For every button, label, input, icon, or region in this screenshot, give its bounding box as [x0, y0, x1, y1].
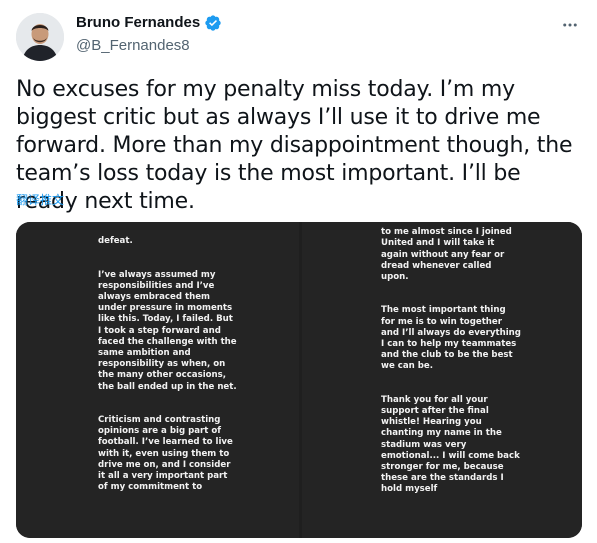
more-horizontal-icon	[563, 23, 577, 27]
story-text-left: defeat. I’ve always assumed my responsib…	[98, 225, 238, 516]
story-paragraph: to me almost since I joined United and I…	[381, 227, 512, 283]
author-display-name[interactable]: Bruno Fernandes	[76, 13, 200, 33]
story-paragraph: defeat.	[98, 236, 133, 247]
story-image-right[interactable]: to me almost since I joined United and I…	[302, 222, 582, 538]
story-image-left[interactable]: defeat. I’ve always assumed my responsib…	[16, 222, 299, 538]
verified-badge-icon	[204, 14, 222, 32]
translate-tweet-link[interactable]: 翻译推文	[16, 192, 64, 208]
avatar-image	[16, 13, 64, 61]
story-text-right: to me almost since I joined United and I…	[381, 222, 521, 518]
tweet-text: No excuses for my penalty miss today. I’…	[16, 77, 573, 214]
author-handle[interactable]: @B_Fernandes8	[76, 36, 190, 56]
story-paragraph: Thank you for all your support after the…	[381, 394, 520, 495]
avatar[interactable]	[16, 13, 64, 61]
story-paragraph: I’ve always assumed my responsibilities …	[98, 269, 237, 392]
tweet-media[interactable]: defeat. I’ve always assumed my responsib…	[16, 222, 582, 538]
story-paragraph: Criticism and contrasting opinions are a…	[98, 415, 233, 493]
more-options-button[interactable]	[559, 14, 581, 36]
author-name-row: Bruno Fernandes	[76, 13, 222, 33]
story-paragraph: The most important thing for me is to wi…	[381, 305, 521, 372]
